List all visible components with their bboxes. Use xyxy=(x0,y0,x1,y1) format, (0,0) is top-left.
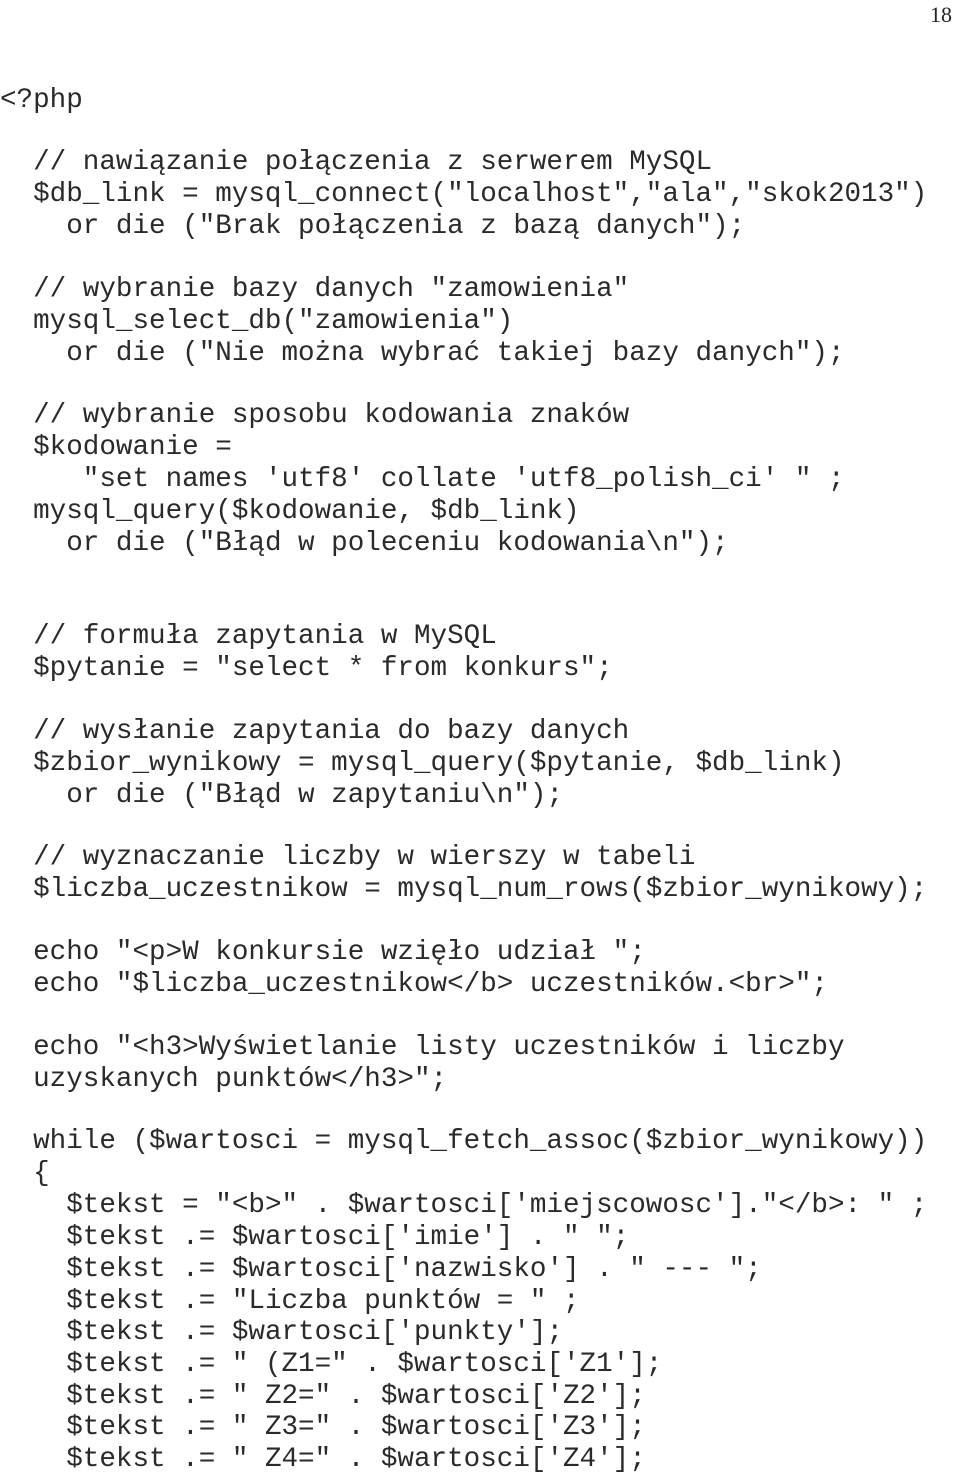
code-line: echo "$liczba_uczestnikow</b> uczestnikó… xyxy=(33,969,828,1000)
code-line: $zbior_wynikowy = mysql_query($pytanie, … xyxy=(33,748,845,779)
code-line: $tekst .= " Z2=" . $wartosci['Z2']; xyxy=(66,1381,646,1412)
code-line: mysql_select_db("zamowienia") xyxy=(33,306,514,337)
code-line: mysql_query($kodowanie, $db_link) xyxy=(33,496,580,527)
code-line: or die ("Brak połączenia z bazą danych")… xyxy=(66,211,746,242)
code-line: uzyskanych punktów</h3>"; xyxy=(33,1064,448,1095)
code-line: $tekst .= " Z4=" . $wartosci['Z4']; xyxy=(66,1444,646,1475)
code-line: $liczba_uczestnikow = mysql_num_rows($zb… xyxy=(33,874,928,905)
code-line: or die ("Błąd w zapytaniu\n"); xyxy=(66,780,564,811)
code-comment: // formuła zapytania w MySQL xyxy=(33,621,497,652)
code-line: while ($wartosci = mysql_fetch_assoc($zb… xyxy=(33,1126,928,1157)
code-line: $kodowanie = xyxy=(33,432,232,463)
code-line: $tekst .= " (Z1=" . $wartosci['Z1']; xyxy=(66,1349,663,1380)
code-comment: // nawiązanie połączenia z serwerem MySQ… xyxy=(33,147,713,178)
code-line: echo "<h3>Wyświetlanie listy uczestników… xyxy=(33,1032,845,1063)
code-line: "set names 'utf8' collate 'utf8_polish_c… xyxy=(82,464,845,495)
code-comment: // wysłanie zapytania do bazy danych xyxy=(33,716,630,747)
code-comment: // wyznaczanie liczby w wierszy w tabeli xyxy=(33,842,696,873)
code-line: echo "<p>W konkursie wzięło udział "; xyxy=(33,937,646,968)
code-line: $tekst .= " Z3=" . $wartosci['Z3']; xyxy=(66,1412,646,1443)
code-line: $db_link = mysql_connect("localhost","al… xyxy=(33,179,928,210)
page-number: 18 xyxy=(930,2,952,27)
code-line: $tekst .= "Liczba punktów = " ; xyxy=(66,1286,580,1317)
code-line: $tekst .= $wartosci['imie'] . " "; xyxy=(66,1222,630,1253)
code-line: or die ("Błąd w poleceniu kodowania\n"); xyxy=(66,528,729,559)
code-brace: { xyxy=(33,1158,50,1189)
code-line: or die ("Nie można wybrać takiej bazy da… xyxy=(66,338,845,369)
php-open-tag: <?php xyxy=(0,85,83,116)
code-comment: // wybranie sposobu kodowania znaków xyxy=(33,400,630,431)
code-line: $pytanie = "select * from konkurs"; xyxy=(33,653,613,684)
code-line: $tekst .= $wartosci['nazwisko'] . " --- … xyxy=(66,1254,762,1285)
code-line: $tekst .= $wartosci['punkty']; xyxy=(66,1317,564,1348)
code-comment: // wybranie bazy danych "zamowienia" xyxy=(33,274,630,305)
code-line: $tekst = "<b>" . $wartosci['miejscowosc'… xyxy=(66,1190,928,1221)
